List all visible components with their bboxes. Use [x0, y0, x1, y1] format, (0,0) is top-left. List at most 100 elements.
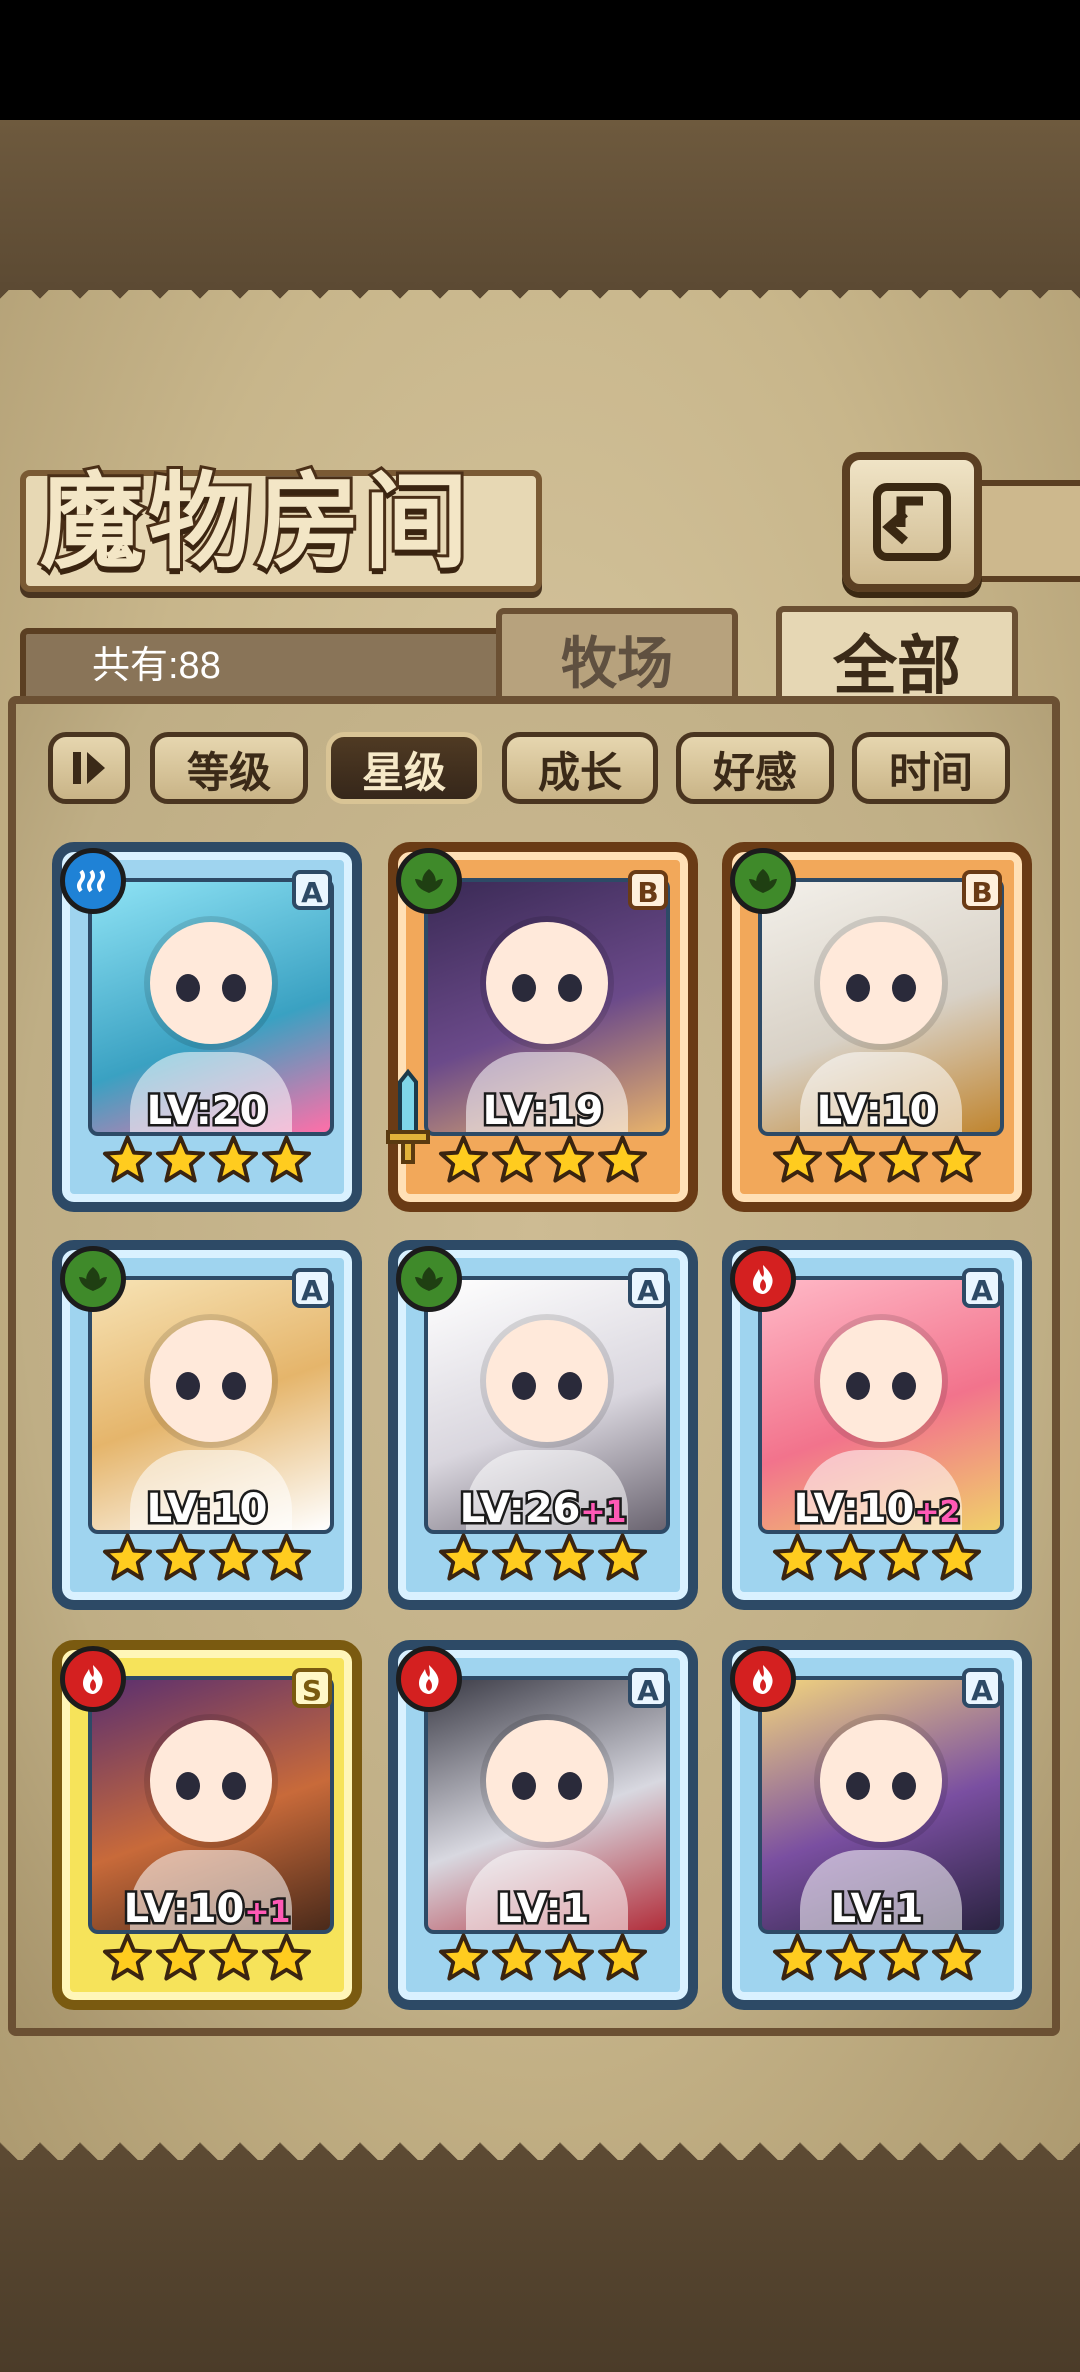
star-rating: [438, 1134, 648, 1196]
star-icon: [491, 1135, 542, 1183]
sort-order-toggle[interactable]: [48, 732, 130, 804]
monster-level: LV:1: [494, 1884, 592, 1935]
star-icon: [491, 1533, 542, 1581]
star-icon: [878, 1135, 929, 1183]
star-icon: [931, 1933, 982, 1981]
plant-element-icon: [396, 1246, 462, 1312]
rank-badge: S: [292, 1668, 332, 1708]
star-rating: [438, 1532, 648, 1594]
monster-level: LV:26+1: [457, 1484, 629, 1535]
star-icon: [772, 1933, 823, 1981]
star-icon: [438, 1533, 489, 1581]
sort-direction-toggle-icon: [73, 752, 105, 784]
star-icon: [155, 1135, 206, 1183]
back-button-rail: [980, 480, 1080, 582]
sort-by-growth-button[interactable]: 成长: [502, 732, 658, 804]
star-icon: [597, 1533, 648, 1581]
fire-element-icon: [60, 1646, 126, 1712]
monster-card[interactable]: A LV:20: [52, 842, 362, 1212]
star-icon: [931, 1533, 982, 1581]
level-bonus: +1: [242, 1893, 293, 1933]
monster-count: 共有:88: [92, 645, 221, 687]
star-icon: [261, 1533, 312, 1581]
star-icon: [208, 1135, 259, 1183]
star-icon: [597, 1135, 648, 1183]
star-icon: [155, 1933, 206, 1981]
star-icon: [261, 1933, 312, 1981]
plant-element-icon: [730, 848, 796, 914]
star-icon: [544, 1933, 595, 1981]
monster-level: LV:10: [814, 1086, 940, 1137]
monster-card[interactable]: B LV:10: [722, 842, 1032, 1212]
fire-element-icon: [730, 1246, 796, 1312]
rank-badge: B: [628, 870, 668, 910]
rank-badge: A: [628, 1268, 668, 1308]
fire-element-icon: [730, 1646, 796, 1712]
map-backdrop-top: [0, 120, 1080, 290]
back-button[interactable]: [842, 452, 982, 592]
star-rating: [438, 1932, 648, 1994]
rank-badge: B: [962, 870, 1002, 910]
plant-element-icon: [396, 848, 462, 914]
star-icon: [931, 1135, 982, 1183]
star-icon: [261, 1135, 312, 1183]
monster-card[interactable]: A LV:10: [52, 1240, 362, 1610]
star-icon: [825, 1135, 876, 1183]
monster-card[interactable]: A LV:26+1: [388, 1240, 698, 1610]
star-icon: [438, 1135, 489, 1183]
monster-card[interactable]: A LV:1: [722, 1640, 1032, 2010]
rank-badge: A: [628, 1668, 668, 1708]
monster-level: LV:1: [828, 1884, 926, 1935]
star-icon: [597, 1933, 648, 1981]
panel-edge-bottom: [0, 2130, 1080, 2160]
star-icon: [438, 1933, 489, 1981]
star-icon: [102, 1533, 153, 1581]
star-icon: [544, 1533, 595, 1581]
monster-level: LV:20: [144, 1086, 270, 1137]
monster-card[interactable]: A LV:10+2: [722, 1240, 1032, 1610]
star-icon: [102, 1933, 153, 1981]
back-arrow-icon: [873, 483, 951, 561]
star-rating: [102, 1932, 312, 1994]
star-rating: [772, 1134, 982, 1196]
level-bonus: +1: [578, 1493, 629, 1533]
star-icon: [208, 1533, 259, 1581]
sort-by-level-button[interactable]: 等级: [150, 732, 308, 804]
star-icon: [491, 1933, 542, 1981]
star-icon: [825, 1933, 876, 1981]
water-element-icon: [60, 848, 126, 914]
star-icon: [208, 1933, 259, 1981]
monster-level: LV:19: [480, 1086, 606, 1137]
monster-level: LV:10+1: [121, 1884, 293, 1935]
panel-edge-top: [0, 282, 1080, 310]
star-icon: [102, 1135, 153, 1183]
star-rating: [102, 1532, 312, 1594]
star-icon: [544, 1135, 595, 1183]
rank-badge: A: [962, 1268, 1002, 1308]
star-icon: [825, 1533, 876, 1581]
star-rating: [772, 1532, 982, 1594]
monster-level: LV:10+2: [791, 1484, 963, 1535]
fire-element-icon: [396, 1646, 462, 1712]
level-bonus: +2: [912, 1493, 963, 1533]
rank-badge: A: [292, 1268, 332, 1308]
sort-by-time-button[interactable]: 时间: [852, 732, 1010, 804]
sort-by-star-button[interactable]: 星级: [326, 732, 482, 804]
rank-badge: A: [962, 1668, 1002, 1708]
star-rating: [772, 1932, 982, 1994]
star-rating: [102, 1134, 312, 1196]
star-icon: [878, 1933, 929, 1981]
plant-element-icon: [60, 1246, 126, 1312]
star-icon: [772, 1135, 823, 1183]
page-title: 魔物房间: [37, 457, 473, 586]
rank-badge: A: [292, 870, 332, 910]
sort-by-affection-button[interactable]: 好感: [676, 732, 834, 804]
monster-card[interactable]: A LV:1: [388, 1640, 698, 2010]
star-icon: [878, 1533, 929, 1581]
star-icon: [772, 1533, 823, 1581]
map-backdrop-bottom: [0, 2160, 1080, 2372]
star-icon: [155, 1533, 206, 1581]
monster-level: LV:10: [144, 1484, 270, 1535]
monster-card[interactable]: B LV:19: [386, 842, 698, 1212]
monster-card[interactable]: S LV:10+1: [52, 1640, 362, 2010]
